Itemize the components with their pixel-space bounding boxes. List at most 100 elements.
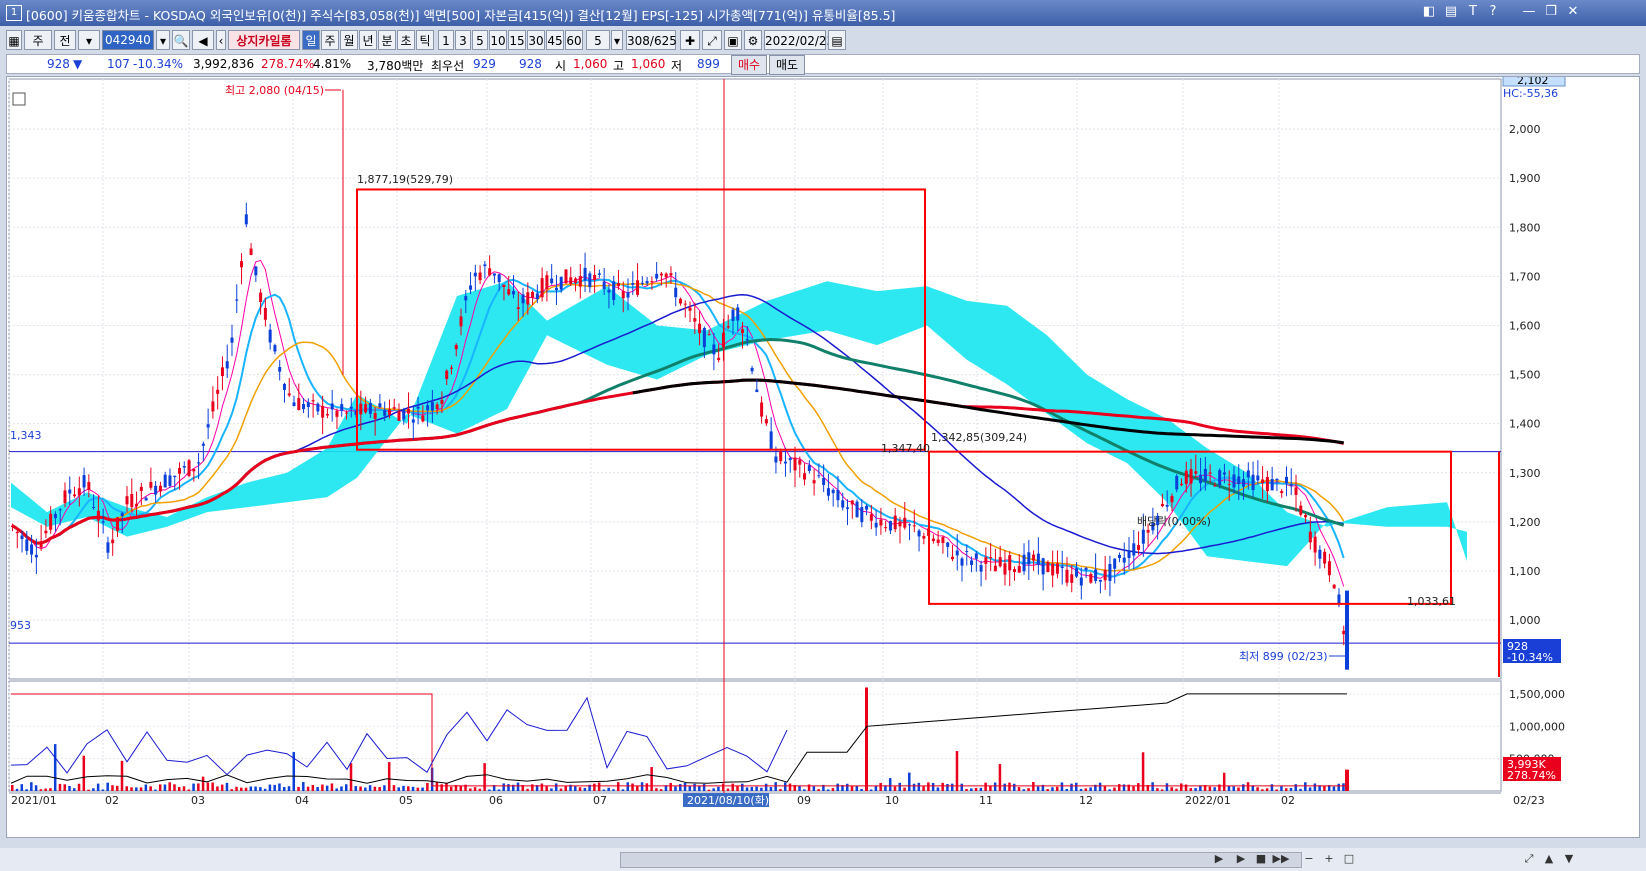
upper-limit-button[interactable]: 상지카일롬 [228,30,300,50]
candle-body [683,303,687,305]
calendar-icon[interactable]: ▤ [828,30,846,50]
volume-bar [230,789,233,791]
price-chart-svg[interactable]: 2,000 1,900 1,800 1,700 1,600 1,500 1,400 1,300… [7,77,1639,837]
window-number-badge[interactable]: 1 [6,5,22,21]
chart-type-icon[interactable]: ⤢ [702,30,722,50]
close-icon[interactable]: ✕ [1564,4,1582,19]
interval-30[interactable]: 30 [527,30,545,50]
help-icon[interactable]: ? [1484,4,1502,19]
volume-bar [249,786,253,791]
interval-dropdown-icon[interactable]: ▾ [611,30,623,50]
low-price: 899 [697,57,720,71]
volume-bar [1032,782,1035,791]
tab-second[interactable]: 초 [397,30,415,50]
volume-bar [1137,783,1140,791]
date-tick-label: 04 [295,794,309,807]
code-dropdown-icon[interactable]: ▾ [156,30,170,50]
menu-arrow-icon[interactable]: ▾ [78,30,100,50]
maximize-icon[interactable]: ❐ [1542,4,1560,19]
candle-body [850,500,854,505]
fast-forward-icon[interactable]: ▶▶ [1272,851,1290,867]
date-input[interactable]: 2022/02/23 [764,30,834,50]
tab-day[interactable]: 일 [302,30,320,50]
candle-body [1222,472,1226,475]
volume-bar [597,782,601,791]
volume-panel[interactable] [8,680,1502,792]
prev-button[interactable]: 전 [54,30,76,50]
period-select[interactable]: 주 [24,30,52,50]
scroll-up-icon[interactable]: ▲ [1540,851,1558,867]
tab-minute[interactable]: 분 [378,30,396,50]
volume-bar [574,786,577,791]
volume-bar [87,789,90,791]
candle-body [1032,554,1036,561]
interval-60[interactable]: 60 [565,30,583,50]
volume-bar [593,783,596,791]
buy-button[interactable]: 매수 [731,55,768,75]
candle-body [77,488,81,496]
candle-body [1170,495,1174,503]
interval-45[interactable]: 45 [546,30,564,50]
volume-bar [130,787,133,791]
candle-body [998,557,1002,567]
volume-bar [1323,785,1326,791]
scroll-down-icon[interactable]: ▼ [1560,851,1578,867]
play-icon[interactable]: ▶ [1232,851,1250,867]
candle-body [955,550,959,556]
candle-body [20,535,24,540]
candle-body [249,248,253,255]
interval-3[interactable]: 3 [455,30,471,50]
tab-month[interactable]: 월 [340,30,358,50]
settings-gear-icon[interactable]: ⚙ [744,30,762,50]
interval-1[interactable]: 1 [438,30,454,50]
panel-icon[interactable]: ▤ [1442,4,1460,19]
candle-body [373,412,377,419]
volume-bar [874,785,878,791]
candle-body [1027,552,1031,565]
candle-body [1308,531,1312,543]
tab-week[interactable]: 주 [321,30,339,50]
candle-body [1199,474,1203,484]
interval-input[interactable]: 5 [586,30,610,50]
save-icon[interactable]: ▣ [724,30,742,50]
fit-icon[interactable]: ⤢ [1520,851,1538,867]
volume-bar [1284,788,1288,791]
minimize-icon[interactable]: — [1520,4,1538,19]
tab-year[interactable]: 년 [359,30,377,50]
chart-area[interactable]: 2,000 1,900 1,800 1,700 1,600 1,500 1,400 1,300… [6,76,1640,838]
interval-5[interactable]: 5 [472,30,488,50]
zoom-in-icon[interactable]: + [1320,851,1338,867]
grid-icon[interactable]: ▦ [6,30,22,50]
volume-bar [240,787,243,791]
zoom-out-icon[interactable]: − [1300,851,1318,867]
volume-bar [383,785,386,791]
sell-button[interactable]: 매도 [769,55,806,75]
zoom-reset-icon[interactable]: □ [1340,851,1358,867]
scroll-left-icon[interactable]: ‹ [216,30,226,50]
candle-body [612,281,616,300]
stop-icon[interactable]: ■ [1252,851,1270,867]
volume-bar [259,787,262,791]
search-icon[interactable]: 🔍 [172,30,190,50]
candle-body [96,510,100,521]
candle-body [435,404,439,409]
interval-15[interactable]: 15 [508,30,526,50]
candle-body [1227,483,1231,485]
candle-body [1103,569,1107,581]
volume-bar [77,783,81,791]
layout-icon[interactable]: ◧ [1420,4,1438,19]
volume-bar [1079,789,1083,791]
volume-bar [927,782,930,791]
scroll-right-icon[interactable]: ▶ [1210,851,1228,867]
candle-body [1089,573,1093,583]
sound-icon[interactable]: ◀ [192,30,214,50]
crosshair-icon[interactable]: ✚ [680,30,700,50]
chart-scrollbar[interactable] [620,852,1302,868]
candle-body [39,541,43,548]
hline-label-953: 953 [10,619,31,632]
tab-tick[interactable]: 틱 [416,30,434,50]
volume-bar [650,767,653,791]
interval-10[interactable]: 10 [489,30,507,50]
font-icon[interactable]: T [1464,4,1482,19]
stock-code-input[interactable] [102,30,154,50]
